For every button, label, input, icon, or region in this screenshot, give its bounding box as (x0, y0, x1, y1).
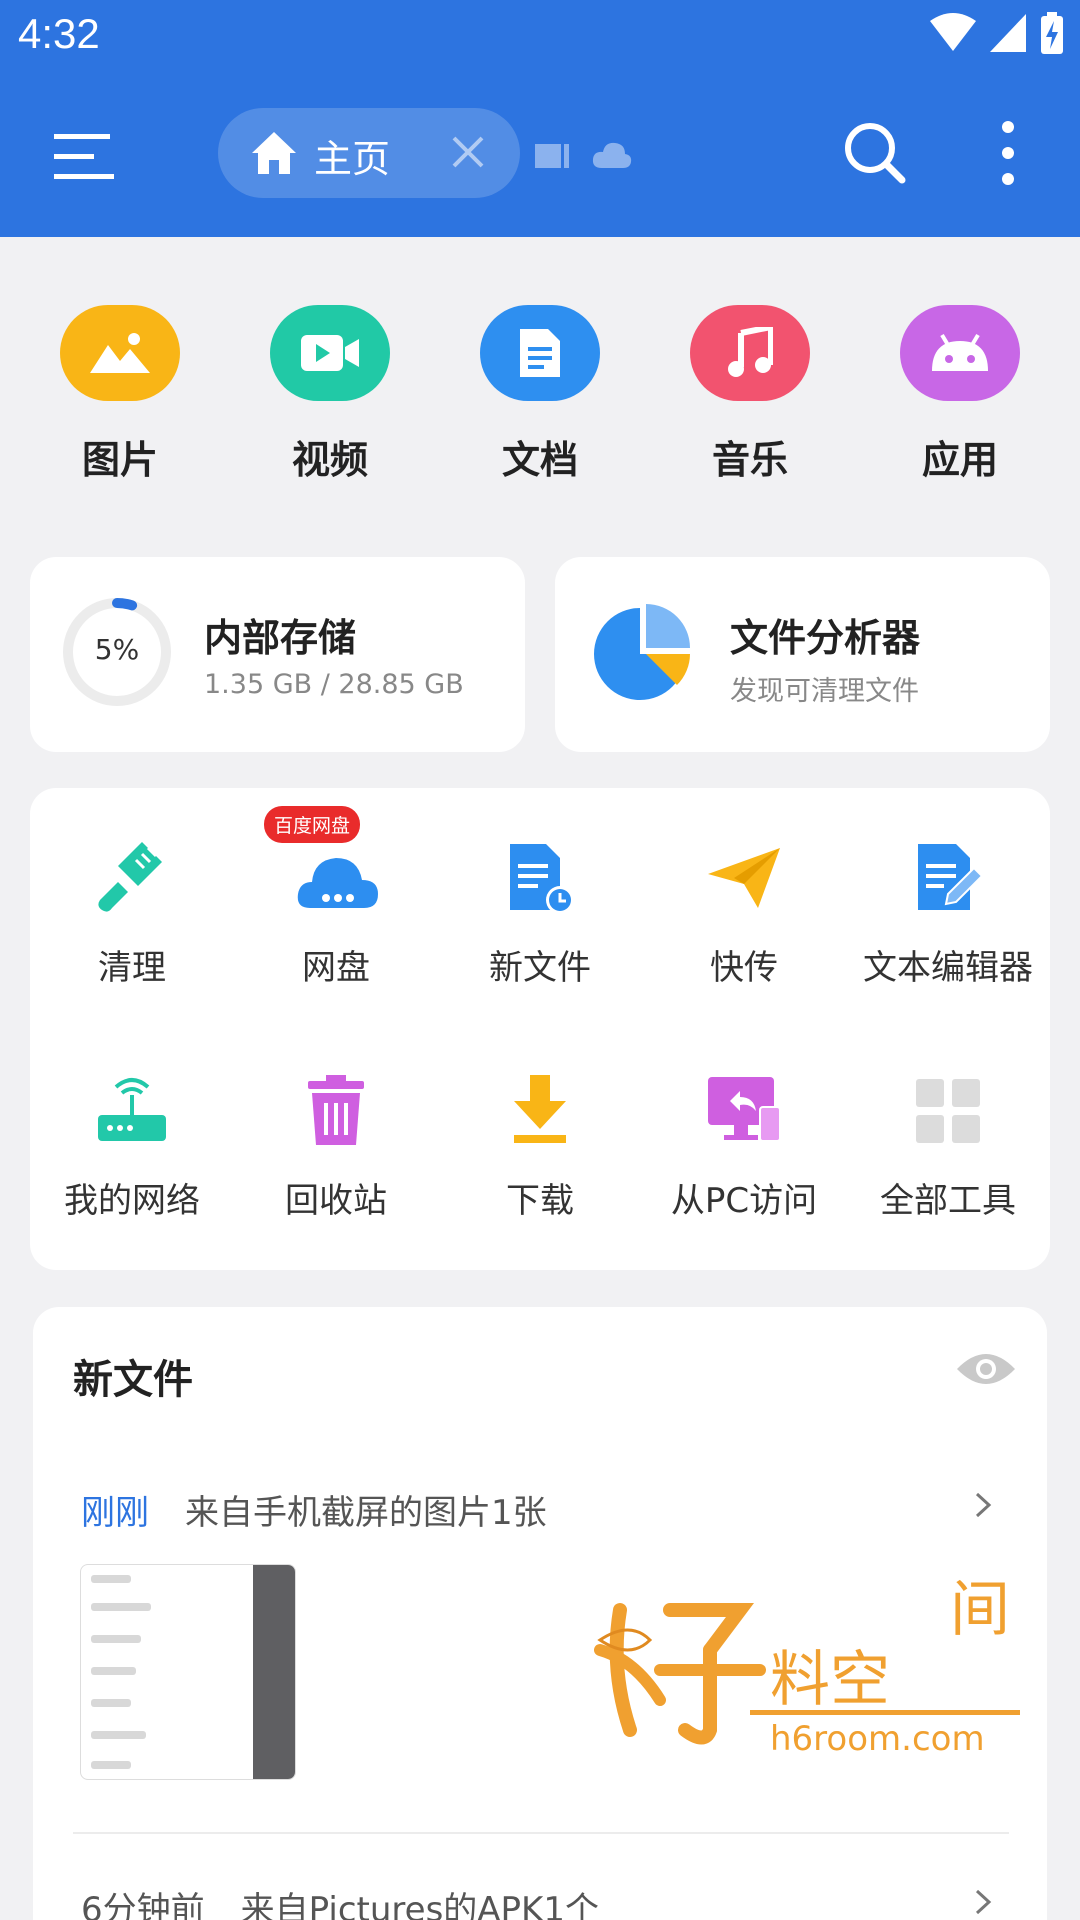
svg-text:料空: 料空 (770, 1645, 890, 1715)
tools-card: 清理 网盘 新文件 快传 文本编辑器 我的网络 回收站 下载 从PC访问 全部工… (30, 788, 1050, 1270)
storage-title: 内部存储 (204, 616, 357, 660)
system-icons (930, 12, 1064, 54)
chevron-right-icon[interactable] (973, 1490, 995, 1520)
file-analyzer-card[interactable]: 文件分析器 发现可清理文件 (555, 557, 1050, 752)
top-app-bar: 4:32 主页 (0, 0, 1080, 237)
category-pictures[interactable]: 图片 (40, 305, 200, 484)
category-apps[interactable]: 应用 (880, 305, 1040, 484)
tool-label: 从PC访问 (670, 1181, 818, 1221)
pie-chart-icon (594, 604, 690, 700)
cloud-drive-icon (296, 838, 378, 918)
thumbnail-line (91, 1667, 136, 1675)
new-file-entry[interactable]: 6分钟前 来自Pictures的APK1个 (81, 1882, 599, 1920)
tool-label: 回收站 (285, 1181, 387, 1221)
internal-storage-card[interactable]: 5% 内部存储 1.35 GB / 28.85 GB (30, 557, 525, 752)
tool-label: 全部工具 (880, 1181, 1016, 1221)
baidu-drive-badge: 百度网盘 (264, 806, 361, 843)
tab-home-label: 主页 (314, 137, 391, 181)
category-label: 图片 (81, 438, 158, 482)
signal-icon (990, 14, 1026, 52)
tool-my-network[interactable]: 我的网络 (30, 1071, 234, 1222)
trash-icon (296, 1071, 376, 1151)
tool-all-tools[interactable]: 全部工具 (846, 1071, 1050, 1222)
tool-download[interactable]: 下载 (438, 1071, 642, 1222)
tool-recycle-bin[interactable]: 回收站 (234, 1071, 438, 1222)
category-music[interactable]: 音乐 (670, 305, 830, 484)
tab-home[interactable]: 主页 (218, 108, 520, 198)
thumbnail-line (91, 1603, 151, 1611)
tool-label: 新文件 (489, 948, 591, 988)
document-icon (480, 305, 600, 401)
battery-icon (1041, 12, 1063, 54)
watermark-logo: 料空 间 h6room.com (590, 1560, 1030, 1760)
entry-time: 6分钟前 (81, 1890, 205, 1920)
entry-description: 来自手机截屏的图片1张 (185, 1493, 547, 1533)
status-time: 4:32 (18, 10, 100, 57)
music-icon (690, 305, 810, 401)
router-icon (92, 1071, 172, 1151)
thumbnail-line (91, 1635, 141, 1643)
new-file-entry[interactable]: 刚刚 来自手机截屏的图片1张 (81, 1485, 547, 1534)
more-options-icon[interactable] (990, 118, 1026, 188)
thumbnail-line (91, 1699, 131, 1707)
category-videos[interactable]: 视频 (250, 305, 410, 484)
grid-icon (908, 1071, 988, 1151)
tool-clean[interactable]: 清理 (30, 838, 234, 989)
category-documents[interactable]: 文档 (460, 305, 620, 484)
new-files-title: 新文件 (73, 1357, 193, 1403)
thumbnail-dark-panel (253, 1565, 295, 1779)
thumbnail-line (91, 1575, 131, 1583)
storage-usage-ring: 5% (62, 597, 172, 707)
download-icon (500, 1071, 580, 1151)
android-icon (900, 305, 1020, 401)
tool-new-files[interactable]: 新文件 (438, 838, 642, 989)
eye-icon[interactable] (955, 1349, 1017, 1389)
home-icon (252, 132, 296, 174)
search-icon[interactable] (842, 120, 908, 186)
analyzer-subtitle: 发现可清理文件 (730, 676, 919, 707)
analyzer-title: 文件分析器 (730, 616, 921, 660)
tool-access-from-pc[interactable]: 从PC访问 (642, 1071, 846, 1222)
window-tab-icon[interactable] (533, 140, 571, 172)
pc-access-icon (704, 1071, 784, 1151)
storage-usage: 1.35 GB / 28.85 GB (204, 669, 464, 700)
category-label: 视频 (291, 438, 368, 482)
tool-label: 网盘 (302, 948, 370, 988)
app-bar: 主页 (0, 90, 1080, 220)
text-editor-icon (908, 838, 988, 918)
status-bar: 4:32 (0, 0, 1080, 75)
paper-plane-icon (704, 838, 784, 918)
category-label: 音乐 (711, 438, 788, 482)
tool-label: 文本编辑器 (863, 948, 1033, 988)
divider (73, 1832, 1009, 1834)
broom-icon (92, 838, 172, 918)
watermark-url: h6room.com (770, 1719, 985, 1759)
thumbnail-line (91, 1761, 131, 1769)
cloud-tab-icon[interactable] (592, 140, 632, 170)
storage-percent: 5% (94, 633, 140, 666)
video-icon (270, 305, 390, 401)
tool-text-editor[interactable]: 文本编辑器 (846, 838, 1050, 989)
category-row: 图片 视频 文档 音乐 应用 (0, 305, 1080, 485)
tool-label: 我的网络 (64, 1181, 200, 1221)
new-file-icon (500, 838, 580, 918)
screenshot-thumbnail[interactable] (80, 1564, 296, 1780)
wifi-icon (930, 13, 976, 51)
tool-label: 清理 (98, 948, 166, 988)
category-label: 应用 (921, 438, 998, 482)
tool-cloud-drive[interactable]: 网盘 (234, 838, 438, 989)
category-label: 文档 (501, 438, 578, 482)
thumbnail-line (91, 1731, 146, 1739)
entry-time: 刚刚 (81, 1493, 149, 1533)
tool-label: 快传 (710, 948, 778, 988)
tool-quick-send[interactable]: 快传 (642, 838, 846, 989)
close-tab-icon[interactable] (448, 132, 488, 172)
entry-description: 来自Pictures的APK1个 (240, 1890, 599, 1920)
tool-label: 下载 (506, 1181, 574, 1221)
chevron-right-icon[interactable] (973, 1887, 995, 1917)
svg-text:间: 间 (950, 1575, 1010, 1645)
picture-icon (60, 305, 180, 401)
menu-icon[interactable] (50, 128, 120, 188)
